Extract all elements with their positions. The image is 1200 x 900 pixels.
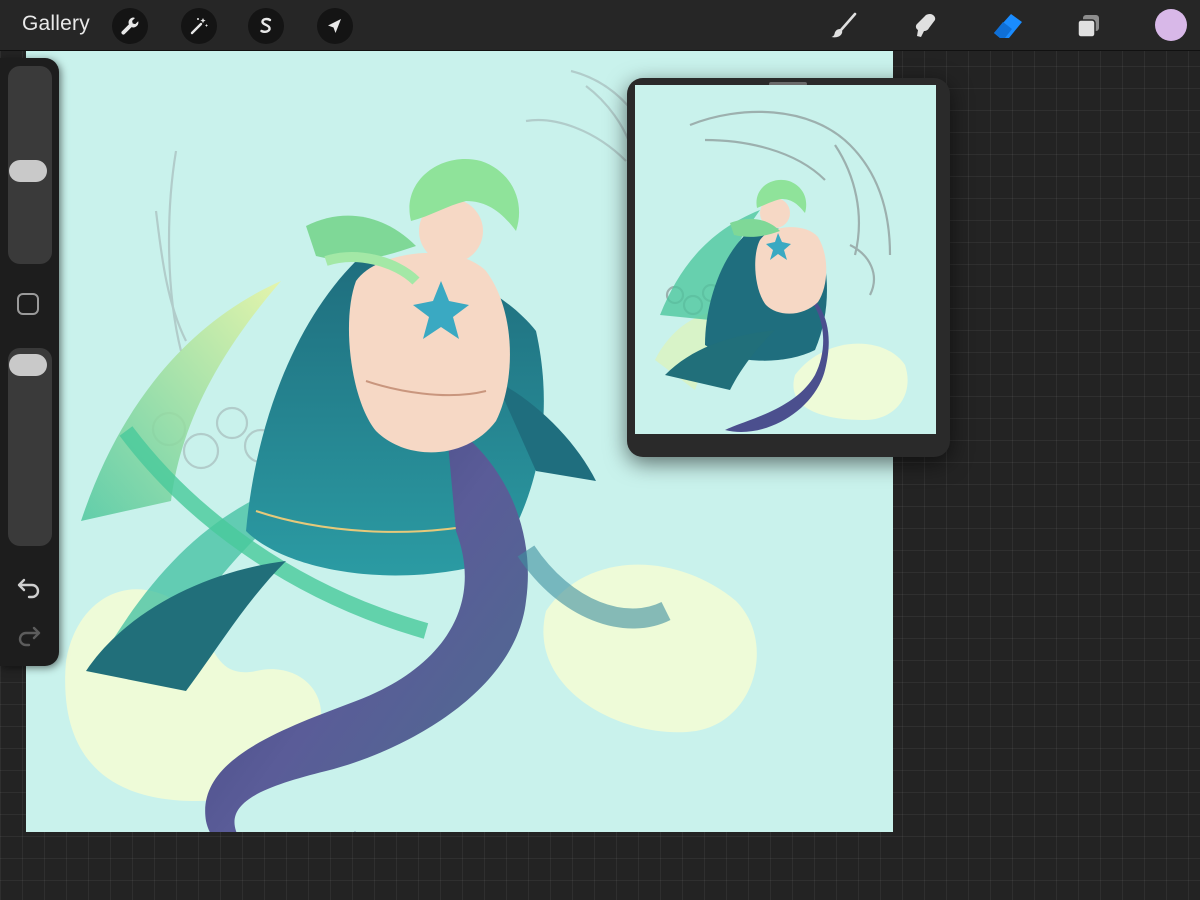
left-sidebar	[0, 58, 59, 666]
smudge-icon[interactable]	[907, 8, 943, 44]
eraser-icon[interactable]	[990, 8, 1026, 44]
gallery-button[interactable]: Gallery	[22, 12, 90, 36]
brush-size-handle[interactable]	[9, 160, 47, 182]
modify-square-icon[interactable]	[17, 293, 39, 315]
opacity-handle[interactable]	[9, 354, 47, 376]
undo-icon[interactable]	[16, 573, 42, 599]
reference-window[interactable]	[627, 78, 950, 457]
opacity-slider[interactable]	[8, 348, 52, 546]
reference-image	[635, 85, 936, 434]
redo-icon[interactable]	[16, 621, 42, 647]
selection-s-icon[interactable]	[248, 8, 284, 44]
layers-icon[interactable]	[1071, 8, 1107, 44]
wrench-icon[interactable]	[112, 8, 148, 44]
brush-icon[interactable]	[826, 8, 862, 44]
top-toolbar: Gallery	[0, 0, 1200, 51]
magic-wand-icon[interactable]	[181, 8, 217, 44]
transform-arrow-icon[interactable]	[317, 8, 353, 44]
color-picker-swatch[interactable]	[1155, 9, 1187, 41]
